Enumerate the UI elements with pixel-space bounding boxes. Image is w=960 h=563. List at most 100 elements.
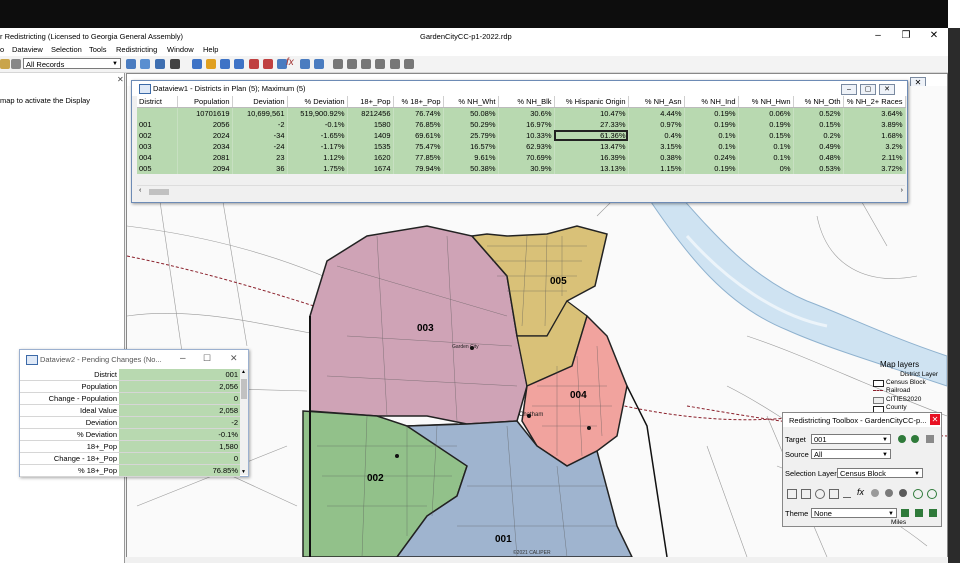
save-icon[interactable] [0, 59, 10, 69]
col-header-nh-2-races[interactable]: % NH_2+ Races [843, 96, 906, 108]
table-cell[interactable]: -1.17% [287, 141, 348, 152]
table-cell[interactable]: 002 [137, 130, 178, 141]
redistricting-toolbox[interactable]: Redistricting Toolbox - GardenCityCC-p..… [782, 412, 942, 527]
scroll-thumb[interactable] [149, 189, 169, 195]
restore-icon[interactable]: ❐ [893, 29, 919, 43]
layer-icon[interactable] [220, 59, 230, 69]
table-cell[interactable]: 27.33% [554, 119, 629, 130]
zoom-out-icon[interactable] [927, 489, 937, 499]
rectangle-select-icon[interactable] [801, 489, 811, 499]
table-cell[interactable]: 1580 [347, 119, 394, 130]
col-header-nh-asn[interactable]: % NH_Asn [628, 96, 685, 108]
field-value[interactable]: 76.85% [119, 464, 240, 477]
dataview2-window[interactable]: Dataview2 - Pending Changes (No... – ☐ ✕… [19, 349, 249, 477]
dv1-minimize-icon[interactable]: – [841, 84, 857, 95]
table-cell[interactable]: 0.97% [628, 119, 685, 130]
zoom-in-icon[interactable] [913, 489, 923, 499]
redo-icon[interactable] [375, 59, 385, 69]
table-cell[interactable]: 4.44% [628, 107, 685, 119]
field-value[interactable]: 2,058 [119, 404, 240, 417]
district-row[interactable]: 002 2024 -34 -1.65% 1409 69.61% 25.79% 10.33% 61… [137, 130, 906, 141]
field-value[interactable]: 1,580 [119, 440, 240, 453]
pin-icon[interactable] [390, 59, 400, 69]
table-cell[interactable]: -1.65% [287, 130, 348, 141]
table-cell[interactable]: 003 [137, 141, 178, 152]
table-cell[interactable]: 0.15% [793, 119, 844, 130]
table-cell[interactable]: 0.4% [628, 130, 685, 141]
table-cell[interactable]: 75.47% [393, 141, 444, 152]
dataview2-vertical-scrollbar[interactable]: ▲ ▼ [240, 369, 248, 475]
table-cell[interactable]: 16.97% [498, 119, 555, 130]
col-header-nh-wht[interactable]: % NH_Wht [443, 96, 499, 108]
menu-file[interactable]: o [0, 45, 4, 54]
table-cell[interactable]: 50.29% [443, 119, 499, 130]
polygon-select-icon[interactable] [829, 489, 839, 499]
table-cell[interactable]: 25.79% [443, 130, 499, 141]
menu-redistricting[interactable]: Redistricting [116, 45, 157, 54]
minimize-icon[interactable]: – [865, 29, 891, 43]
table-cell[interactable]: 61.36% [554, 130, 629, 141]
filter-icon[interactable] [871, 489, 879, 497]
district-row[interactable]: 004 2081 23 1.12% 1620 77.85% 9.61% 70.69% 16.39… [137, 152, 906, 163]
table-cell[interactable]: 10.47% [554, 107, 629, 119]
table-cell[interactable]: 0.19% [684, 119, 739, 130]
table-cell[interactable]: 3.15% [628, 141, 685, 152]
table-cell[interactable]: 0.19% [684, 107, 739, 119]
table-cell[interactable]: 2.11% [843, 152, 906, 163]
export-icon[interactable] [404, 59, 414, 69]
table-cell[interactable]: 3.64% [843, 107, 906, 119]
table-cell[interactable]: 10,699,561 [232, 107, 288, 119]
table-cell[interactable]: 0% [738, 163, 794, 174]
close-pane-icon[interactable]: ✕ [117, 75, 124, 84]
table-icon[interactable] [126, 59, 136, 69]
table-cell[interactable]: 10.33% [498, 130, 555, 141]
table-cell[interactable]: 30.9% [498, 163, 555, 174]
formula-icon[interactable]: fx [286, 57, 296, 68]
table-cell[interactable]: 1.12% [287, 152, 348, 163]
table-cell[interactable]: 79.94% [393, 163, 444, 174]
table-cell[interactable]: 0.1% [738, 141, 794, 152]
col-header-deviation[interactable]: Deviation [232, 96, 288, 108]
table-cell[interactable]: 1.68% [843, 130, 906, 141]
table-cell[interactable]: 30.6% [498, 107, 555, 119]
menu-tools[interactable]: Tools [89, 45, 107, 54]
scroll-down-icon[interactable]: ▼ [241, 469, 246, 475]
lock-icon[interactable] [206, 59, 216, 69]
district-row[interactable]: 005 2094 36 1.75% 1674 79.94% 50.38% 30.9% 13.13… [137, 163, 906, 174]
table-cell[interactable]: 2024 [177, 130, 233, 141]
scroll-up-icon[interactable]: ▲ [241, 369, 246, 375]
col-header-district[interactable]: District [137, 96, 178, 108]
table-cell[interactable]: 1409 [347, 130, 394, 141]
circle-select-icon[interactable] [815, 489, 825, 499]
table-cell[interactable]: 0.48% [793, 152, 844, 163]
grid-icon[interactable] [140, 59, 150, 69]
theme-edit-icon[interactable] [915, 509, 923, 517]
scroll-left-icon[interactable]: ‹ [139, 187, 141, 194]
stop-icon[interactable] [899, 489, 907, 497]
sort-ascending-icon[interactable] [249, 59, 259, 69]
table-cell[interactable]: 005 [137, 163, 178, 174]
menu-selection[interactable]: Selection [51, 45, 82, 54]
field-value[interactable]: 0 [119, 392, 240, 405]
dv2-maximize-icon[interactable]: ☐ [203, 353, 211, 364]
field-value[interactable]: 0 [119, 452, 240, 465]
col-header-nh-hwn[interactable]: % NH_Hwn [738, 96, 794, 108]
link-icon[interactable] [155, 59, 165, 69]
table-cell[interactable]: 0.1% [684, 130, 739, 141]
menu-help[interactable]: Help [203, 45, 218, 54]
district-row[interactable]: 003 2034 -24 -1.17% 1535 75.47% 16.57% 62.93% 13… [137, 141, 906, 152]
field-value[interactable]: 001 [119, 369, 240, 381]
table-cell[interactable]: 69.61% [393, 130, 444, 141]
close-icon[interactable]: ✕ [921, 29, 947, 43]
menu-dataview[interactable]: Dataview [12, 45, 43, 54]
menu-window[interactable]: Window [167, 45, 194, 54]
dv2-minimize-icon[interactable]: – [180, 353, 186, 364]
table-cell[interactable]: 3.89% [843, 119, 906, 130]
table-cell[interactable]: 0.15% [738, 130, 794, 141]
toolbox-close-icon[interactable]: ✕ [930, 414, 940, 425]
col-header-nh-ind[interactable]: % NH_Ind [684, 96, 739, 108]
table-cell[interactable]: 50.08% [443, 107, 499, 119]
table-cell[interactable]: 0.52% [793, 107, 844, 119]
table-cell[interactable]: 004 [137, 152, 178, 163]
table-cell[interactable]: 76.85% [393, 119, 444, 130]
